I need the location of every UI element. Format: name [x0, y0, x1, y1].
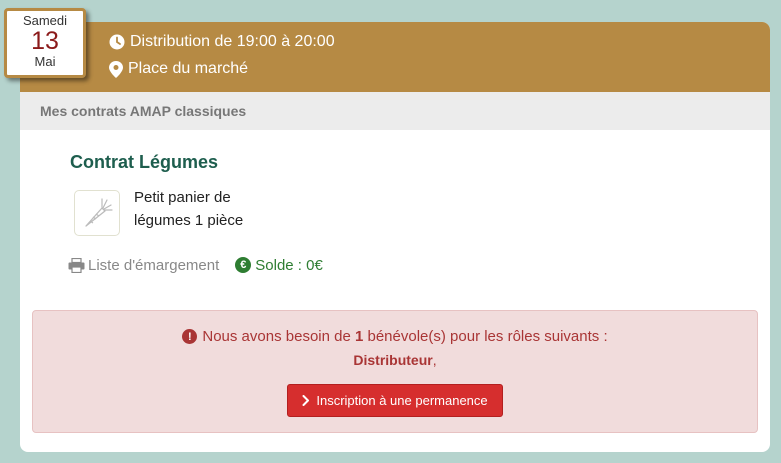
volunteer-alert: ! Nous avons besoin de 1 bénévole(s) pou…	[32, 310, 758, 433]
alert-prefix: Nous avons besoin de	[202, 328, 355, 345]
exclamation-circle-icon: !	[182, 329, 198, 344]
map-marker-icon	[109, 60, 123, 78]
section-header: Mes contrats AMAP classiques	[20, 92, 770, 130]
carrot-icon	[85, 198, 113, 227]
distribution-time-text: Distribution de 19:00 à 20:00	[130, 33, 335, 50]
chevron-right-icon	[302, 395, 310, 406]
distribution-place-text: Place du marché	[128, 60, 249, 77]
product-line-1: Petit panier de	[134, 189, 231, 206]
distribution-card: Distribution de 19:00 à 20:00 Place du m…	[20, 22, 770, 452]
balance[interactable]: € Solde : 0€	[235, 257, 323, 274]
print-icon	[68, 257, 85, 273]
product-line-2: légumes 1 pièce	[134, 212, 244, 229]
product-image	[74, 190, 120, 236]
contract-title: Contrat Légumes	[70, 152, 219, 172]
clock-icon	[109, 34, 125, 50]
date-day-number: 13	[31, 27, 59, 55]
role-name: Distributeur	[353, 352, 433, 368]
alert-message: ! Nous avons besoin de 1 bénévole(s) pou…	[33, 328, 757, 345]
register-shift-label: Inscription à une permanence	[316, 393, 488, 408]
alert-roles: Distributeur,	[33, 352, 757, 368]
attendance-list-link[interactable]: Liste d'émargement	[68, 257, 219, 274]
alert-suffix: bénévole(s) pour les rôles suivants :	[363, 328, 608, 345]
distribution-time: Distribution de 19:00 à 20:00	[109, 31, 335, 53]
euro-icon: €	[235, 257, 252, 273]
register-shift-button[interactable]: Inscription à une permanence	[287, 384, 503, 417]
balance-label: Solde : 0€	[255, 256, 323, 274]
date-month: Mai	[34, 54, 56, 69]
date-weekday: Samedi	[22, 13, 68, 28]
product-description: Petit panier de légumes 1 pièce	[134, 186, 254, 232]
date-badge: Samedi 13 Mai	[4, 8, 86, 78]
attendance-list-label: Liste d'émargement	[88, 256, 220, 274]
contract-links: Liste d'émargement € Solde : 0€	[68, 254, 323, 276]
role-separator: ,	[432, 352, 437, 368]
distribution-place: Place du marché	[109, 58, 248, 80]
alert-count: 1	[354, 328, 364, 345]
card-header: Distribution de 19:00 à 20:00 Place du m…	[20, 22, 770, 92]
